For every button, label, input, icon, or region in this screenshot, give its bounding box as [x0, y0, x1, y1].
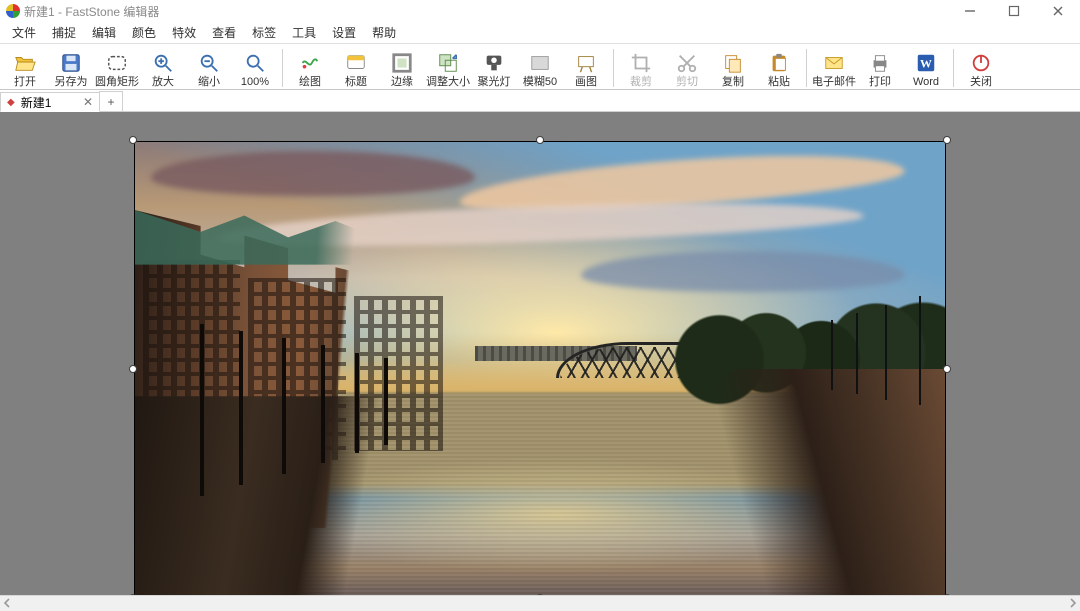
- resize-handle[interactable]: [943, 136, 951, 144]
- cut-icon: [675, 51, 699, 75]
- resize-handle[interactable]: [129, 365, 137, 373]
- resize-handle[interactable]: [129, 136, 137, 144]
- zoom-out-icon: [197, 51, 221, 75]
- paste-button[interactable]: 粘贴: [756, 47, 802, 89]
- email-button[interactable]: 电子邮件: [811, 47, 857, 89]
- menu-capture[interactable]: 捕捉: [44, 23, 84, 43]
- spotlight-button[interactable]: 聚光灯: [471, 47, 517, 89]
- resize-icon: [436, 51, 460, 75]
- svg-text:W: W: [920, 57, 932, 71]
- round-rect-icon: [105, 51, 129, 75]
- menu-tags[interactable]: 标签: [244, 23, 284, 43]
- new-tab-button[interactable]: +: [99, 91, 123, 111]
- edge-icon: [390, 51, 414, 75]
- word-button[interactable]: WWord: [903, 47, 949, 89]
- close-window-button[interactable]: [1036, 0, 1080, 22]
- title-bar: 新建1 - FastStone 编辑器: [0, 0, 1080, 22]
- close-button[interactable]: 关闭: [958, 47, 1004, 89]
- modified-indicator-icon: ◆: [7, 97, 15, 108]
- resize-handle[interactable]: [536, 136, 544, 144]
- caption-icon: [344, 51, 368, 75]
- crop-icon: [629, 51, 653, 75]
- zoom-in-button[interactable]: 放大: [140, 47, 186, 89]
- draw-button[interactable]: 绘图: [287, 47, 333, 89]
- save-as-button[interactable]: 另存为: [48, 47, 94, 89]
- paste-icon: [767, 51, 791, 75]
- resize-handle[interactable]: [943, 365, 951, 373]
- canvas-button[interactable]: 画图: [563, 47, 609, 89]
- canvas-icon: [574, 51, 598, 75]
- word-icon: W: [914, 51, 938, 75]
- crop-button[interactable]: 裁剪: [618, 47, 664, 89]
- copy-icon: [721, 51, 745, 75]
- menu-color[interactable]: 颜色: [124, 23, 164, 43]
- menu-tools[interactable]: 工具: [284, 23, 324, 43]
- minimize-button[interactable]: [948, 0, 992, 22]
- menu-edit[interactable]: 编辑: [84, 23, 124, 43]
- blur-icon: [528, 51, 552, 75]
- email-icon: [822, 51, 846, 75]
- edge-button[interactable]: 边缘: [379, 47, 425, 89]
- copy-button[interactable]: 复制: [710, 47, 756, 89]
- resize-handle[interactable]: [536, 594, 544, 595]
- blur-button[interactable]: 模糊50: [517, 47, 563, 89]
- save-icon: [59, 51, 83, 75]
- horizontal-scrollbar[interactable]: [0, 595, 1080, 611]
- workspace[interactable]: [0, 112, 1080, 595]
- menu-view[interactable]: 查看: [204, 23, 244, 43]
- toolbar-separator: [282, 49, 283, 87]
- caption-button[interactable]: 标题: [333, 47, 379, 89]
- image-selection[interactable]: [135, 142, 945, 595]
- toolbar: 打开 另存为 圆角矩形 放大 缩小 100% 绘图 标题 边缘 调整大小 聚光灯…: [0, 44, 1080, 90]
- menu-file[interactable]: 文件: [4, 23, 44, 43]
- tab-strip: ◆ 新建1 ✕ +: [0, 90, 1080, 112]
- app-icon: [6, 4, 20, 18]
- toolbar-separator: [953, 49, 954, 87]
- tab-close-icon[interactable]: ✕: [83, 95, 93, 109]
- resize-handle[interactable]: [129, 594, 137, 595]
- print-button[interactable]: 打印: [857, 47, 903, 89]
- cut-button[interactable]: 剪切: [664, 47, 710, 89]
- scroll-right-icon[interactable]: [1068, 597, 1078, 611]
- toolbar-separator: [806, 49, 807, 87]
- maximize-button[interactable]: [992, 0, 1036, 22]
- resize-button[interactable]: 调整大小: [425, 47, 471, 89]
- open-button[interactable]: 打开: [2, 47, 48, 89]
- canvas-image[interactable]: [135, 142, 945, 595]
- toolbar-separator: [613, 49, 614, 87]
- menu-effects[interactable]: 特效: [164, 23, 204, 43]
- power-icon: [969, 51, 993, 75]
- menu-help[interactable]: 帮助: [364, 23, 404, 43]
- window-title: 新建1 - FastStone 编辑器: [24, 3, 159, 20]
- folder-open-icon: [13, 51, 37, 75]
- tab-document[interactable]: ◆ 新建1 ✕: [0, 92, 100, 112]
- scroll-left-icon[interactable]: [2, 597, 12, 611]
- zoom-100-button[interactable]: 100%: [232, 47, 278, 89]
- zoom-out-button[interactable]: 缩小: [186, 47, 232, 89]
- menu-bar: 文件 捕捉 编辑 颜色 特效 查看 标签 工具 设置 帮助: [0, 22, 1080, 44]
- print-icon: [868, 51, 892, 75]
- menu-settings[interactable]: 设置: [324, 23, 364, 43]
- zoom-in-icon: [151, 51, 175, 75]
- tab-label: 新建1: [21, 94, 52, 111]
- zoom-100-icon: [243, 51, 267, 75]
- round-rect-button[interactable]: 圆角矩形: [94, 47, 140, 89]
- spotlight-icon: [482, 51, 506, 75]
- draw-icon: [298, 51, 322, 75]
- resize-handle[interactable]: [943, 594, 951, 595]
